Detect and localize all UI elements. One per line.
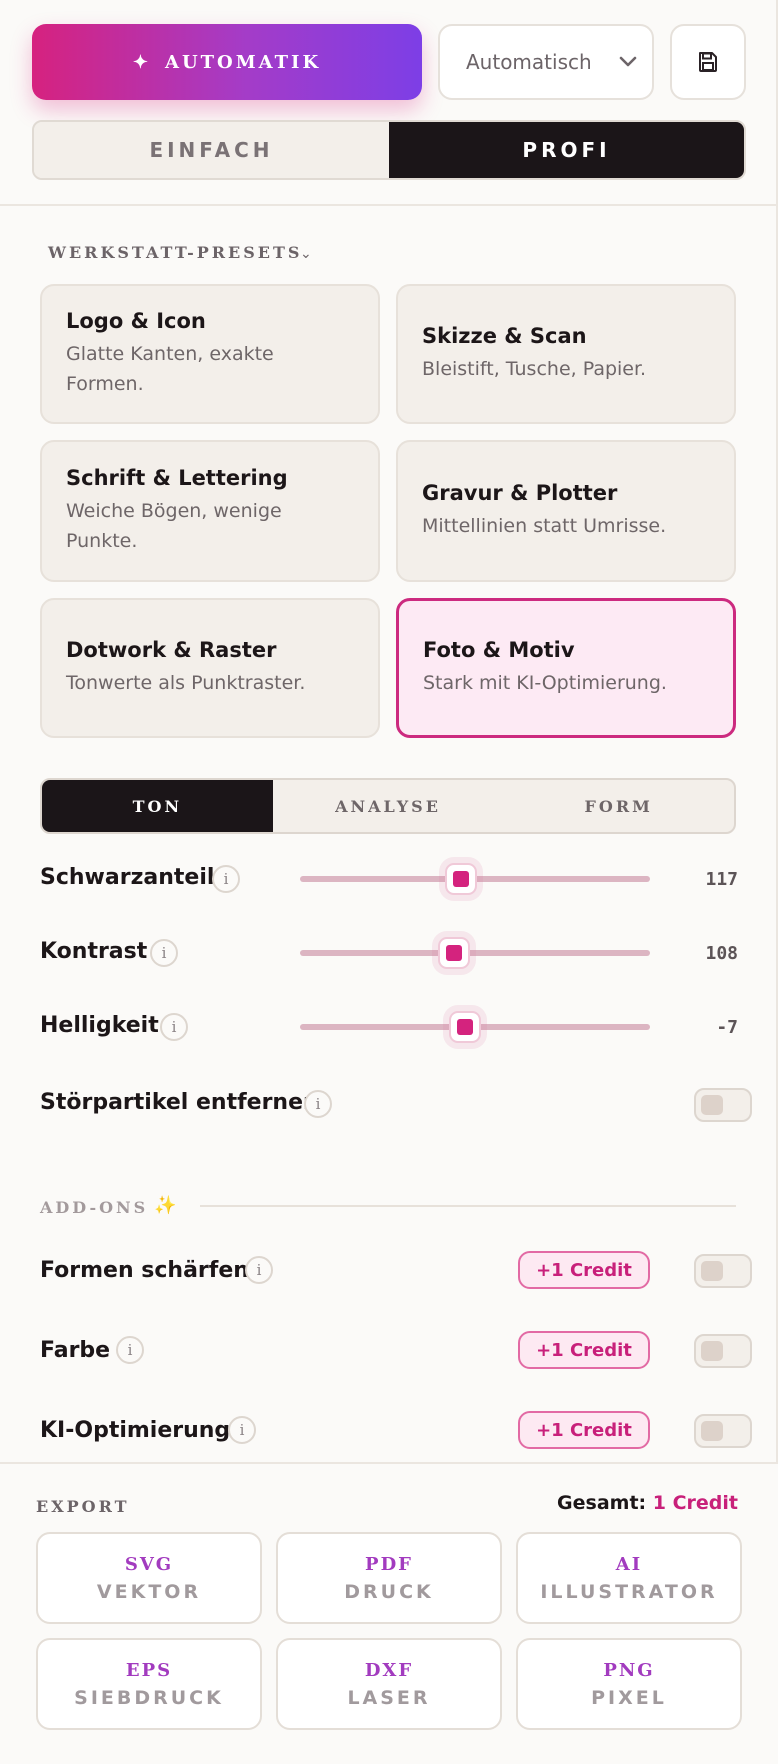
export-format: PDF — [365, 1553, 413, 1575]
automatik-button[interactable]: ✦ AUTOMATIK — [32, 24, 422, 100]
toggle-knob — [701, 1261, 723, 1281]
slider-value-kontrast: 108 — [705, 943, 738, 964]
preset-title: Logo & Icon — [66, 309, 206, 333]
credit-badge: +1 Credit — [518, 1331, 650, 1369]
level-toggle: EINFACH PROFI — [32, 120, 746, 180]
info-icon[interactable]: i — [245, 1256, 273, 1284]
info-icon[interactable]: i — [228, 1416, 256, 1444]
settings-panel: ✦ AUTOMATIK Automatisch EINFACH PROFI WE… — [0, 0, 778, 1764]
info-icon[interactable]: i — [150, 939, 178, 967]
credit-badge: +1 Credit — [518, 1251, 650, 1289]
slider-label-schwarzanteil: Schwarzanteil — [40, 865, 215, 890]
export-pdf-button[interactable]: PDF DRUCK — [276, 1532, 502, 1624]
preset-card-gravur[interactable]: Gravur & Plotter Mittellinien statt Umri… — [396, 440, 736, 582]
mode-select[interactable]: Automatisch — [438, 24, 654, 100]
export-svg-button[interactable]: SVG VEKTOR — [36, 1532, 262, 1624]
presets-heading: WERKSTATT-PRESETS — [48, 243, 303, 262]
slider-thumb-kontrast[interactable] — [438, 937, 470, 969]
level-einfach[interactable]: EINFACH — [34, 122, 389, 178]
info-icon[interactable]: i — [116, 1336, 144, 1364]
noise-removal-toggle[interactable] — [694, 1088, 752, 1122]
preset-card-schrift[interactable]: Schrift & Lettering Weiche Bögen, wenige… — [40, 440, 380, 582]
preset-description: Tonwerte als Punktraster. — [66, 672, 306, 694]
export-sub: DRUCK — [344, 1580, 434, 1603]
slider-thumb-helligkeit[interactable] — [448, 1011, 481, 1043]
preset-title: Skizze & Scan — [422, 324, 587, 348]
export-heading: EXPORT — [36, 1497, 130, 1516]
preset-card-skizze[interactable]: Skizze & Scan Bleistift, Tusche, Papier. — [396, 284, 736, 424]
slider-value-schwarzanteil: 117 — [705, 869, 738, 890]
section-divider — [0, 204, 778, 206]
preset-card-dotwork[interactable]: Dotwork & Raster Tonwerte als Punktraste… — [40, 598, 380, 738]
info-icon[interactable]: i — [304, 1090, 332, 1118]
export-sub: LASER — [347, 1686, 431, 1709]
preset-card-foto-selected[interactable]: Foto & Motiv Stark mit KI-Optimierung. — [396, 598, 736, 738]
preset-title: Dotwork & Raster — [66, 638, 277, 662]
save-icon — [699, 52, 717, 72]
export-format: PNG — [603, 1659, 655, 1681]
save-button[interactable] — [670, 24, 746, 100]
export-eps-button[interactable]: EPS SIEBDRUCK — [36, 1638, 262, 1730]
preset-title: Foto & Motiv — [423, 638, 575, 662]
slider-value-helligkeit: -7 — [716, 1017, 738, 1038]
slider-thumb-schwarzanteil[interactable] — [445, 863, 477, 895]
preset-description: Mittellinien statt Umrisse. — [422, 515, 667, 537]
toggle-knob — [701, 1095, 723, 1115]
preset-card-logo[interactable]: Logo & Icon Glatte Kanten, exakte Formen… — [40, 284, 380, 424]
preset-title: Schrift & Lettering — [66, 466, 288, 490]
sparkles-icon: ✨ — [154, 1195, 177, 1216]
export-sub: SIEBDRUCK — [74, 1686, 224, 1709]
level-profi[interactable]: PROFI — [389, 122, 744, 178]
export-png-button[interactable]: PNG PIXEL — [516, 1638, 742, 1730]
tab-analyse[interactable]: ANALYSE — [273, 780, 504, 832]
total-label: Gesamt: — [557, 1492, 647, 1514]
toggle-knob — [701, 1421, 723, 1441]
chevron-down-icon[interactable]: ⌄ — [300, 246, 312, 262]
export-format: DXF — [364, 1659, 414, 1681]
addon-toggle-formen[interactable] — [694, 1254, 752, 1288]
slider-label-kontrast: Kontrast — [40, 939, 148, 964]
addon-label-farbe: Farbe — [40, 1338, 111, 1363]
noise-removal-label: Störpartikel entfernen — [40, 1090, 319, 1115]
preset-title: Gravur & Plotter — [422, 481, 618, 505]
info-icon[interactable]: i — [160, 1013, 188, 1041]
total-value: 1 Credit — [652, 1492, 738, 1514]
addons-divider — [200, 1205, 736, 1207]
sparkle-icon: ✦ — [132, 51, 151, 73]
tab-ton[interactable]: TON — [42, 780, 273, 832]
export-format: EPS — [125, 1659, 173, 1681]
addons-heading: ADD-ONS — [40, 1198, 149, 1217]
export-format: SVG — [124, 1553, 174, 1575]
addon-label-ki: KI-Optimierung — [40, 1418, 231, 1443]
export-sub: PIXEL — [591, 1686, 667, 1709]
export-dxf-button[interactable]: DXF LASER — [276, 1638, 502, 1730]
export-format: AI — [615, 1553, 643, 1575]
chevron-down-icon — [619, 56, 637, 67]
addon-toggle-farbe[interactable] — [694, 1334, 752, 1368]
slider-label-helligkeit: Helligkeit — [40, 1013, 159, 1038]
addon-toggle-ki[interactable] — [694, 1414, 752, 1448]
toggle-knob — [701, 1341, 723, 1361]
preset-description: Bleistift, Tusche, Papier. — [422, 358, 647, 380]
export-ai-button[interactable]: AI ILLUSTRATOR — [516, 1532, 742, 1624]
info-icon[interactable]: i — [212, 865, 240, 893]
tab-form[interactable]: FORM — [503, 780, 734, 832]
export-sub: ILLUSTRATOR — [540, 1580, 718, 1603]
preset-description: Stark mit KI-Optimierung. — [423, 672, 667, 694]
credit-badge: +1 Credit — [518, 1411, 650, 1449]
settings-tabs: TON ANALYSE FORM — [40, 778, 736, 834]
addon-label-formen: Formen schärfen — [40, 1258, 249, 1283]
mode-select-value: Automatisch — [466, 50, 592, 74]
total-credits: Gesamt: 1 Credit — [557, 1492, 738, 1514]
preset-description: Weiche Bögen, wenige Punkte. — [66, 500, 282, 552]
export-sub: VEKTOR — [96, 1580, 202, 1603]
slider-track-kontrast[interactable] — [300, 950, 650, 956]
preset-description: Glatte Kanten, exakte Formen. — [66, 343, 274, 395]
automatik-label: AUTOMATIK — [164, 51, 322, 73]
